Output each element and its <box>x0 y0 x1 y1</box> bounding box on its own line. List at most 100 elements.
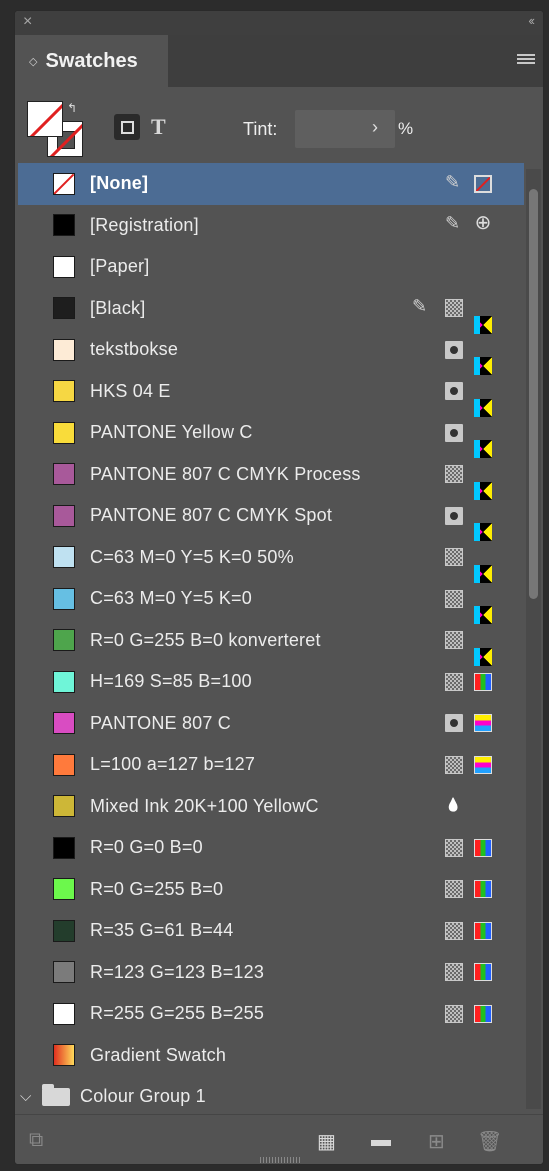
swatch-chip <box>53 297 75 320</box>
non-editable-pencil-icon: ✎ <box>412 296 428 317</box>
swatch-chip <box>53 836 75 859</box>
swatch-chip <box>53 712 75 735</box>
swatch-row[interactable]: L=100 a=127 b=127 <box>18 744 524 786</box>
swatch-name: R=0 G=255 B=0 <box>90 878 224 899</box>
rgb-mode-icon <box>474 838 492 857</box>
spot-color-icon <box>445 423 463 442</box>
swatch-row[interactable]: PANTONE 807 C CMYK Process <box>18 454 524 500</box>
spot-color-icon <box>445 340 463 359</box>
swatch-chip <box>53 421 75 444</box>
swatch-chip <box>53 919 75 942</box>
scrollbar[interactable] <box>526 169 541 1109</box>
process-color-icon <box>445 465 463 484</box>
swatch-name: [Paper] <box>90 256 150 277</box>
swatch-name: tekstbokse <box>90 339 179 360</box>
swatch-name: R=255 G=255 B=255 <box>90 1003 265 1024</box>
swatch-controls: ↰ T Tint: › % <box>15 87 543 163</box>
swatch-row[interactable]: [Paper] <box>18 246 524 288</box>
format-container-button[interactable] <box>114 114 140 140</box>
delete-swatch-icon[interactable]: 🗑 <box>477 1129 502 1154</box>
swatch-chip <box>53 172 75 195</box>
spot-color-icon <box>445 714 463 733</box>
swatch-row[interactable]: HKS 04 E <box>18 371 524 417</box>
swatch-name: PANTONE 807 C <box>90 712 231 733</box>
swatch-row[interactable]: R=35 G=61 B=44 <box>18 910 524 952</box>
swap-fill-stroke-icon[interactable]: ↰ <box>67 101 77 115</box>
swatch-chip <box>53 795 75 818</box>
process-color-icon <box>445 921 463 940</box>
swatch-name: R=35 G=61 B=44 <box>90 920 234 941</box>
color-group-row[interactable]: ⌵ Colour Group 1 <box>18 1076 524 1111</box>
resize-grip[interactable] <box>260 1157 300 1163</box>
swatch-row[interactable]: R=123 G=123 B=123 <box>18 952 524 994</box>
swatch-row[interactable]: [None] ✎ <box>18 163 524 205</box>
close-icon[interactable]: × <box>23 13 32 31</box>
swatch-row[interactable]: R=0 G=0 B=0 <box>18 827 524 869</box>
process-color-icon <box>445 838 463 857</box>
swatch-name: Gradient Swatch <box>90 1044 227 1065</box>
place-swatch-icon[interactable]: ⧉ <box>29 1129 43 1152</box>
swatch-name: H=169 S=85 B=100 <box>90 671 252 692</box>
panel-tab-row: ◇ Swatches <box>15 35 543 87</box>
swatch-row[interactable]: [Registration] ✎ ⊕ <box>18 205 524 247</box>
swatch-row[interactable]: tekstbokse <box>18 329 524 375</box>
tint-slider-arrow-icon[interactable]: › <box>372 117 378 138</box>
process-color-icon <box>445 880 463 899</box>
non-editable-pencil-icon: ✎ <box>445 171 461 192</box>
panel-title: Swatches <box>45 49 138 72</box>
new-swatch-icon[interactable]: ⊞ <box>428 1129 445 1154</box>
swatch-chip <box>53 629 75 652</box>
spot-color-icon <box>445 506 463 525</box>
fill-stroke-widget[interactable]: ↰ <box>27 101 83 157</box>
process-color-icon <box>445 631 463 650</box>
swatch-row[interactable]: C=63 M=0 Y=5 K=0 50% <box>18 537 524 583</box>
format-text-button[interactable]: T <box>151 114 166 140</box>
tint-input[interactable] <box>295 110 395 148</box>
tab-swatches[interactable]: ◇ Swatches <box>15 35 168 87</box>
rgb-mode-icon <box>474 963 492 982</box>
process-color-icon <box>445 548 463 567</box>
scrollbar-thumb[interactable] <box>529 189 538 599</box>
rgb-mode-icon <box>474 880 492 899</box>
tint-percent-label: % <box>398 119 414 138</box>
swatch-chip <box>53 214 75 237</box>
swatch-chip <box>53 878 75 901</box>
swatch-row[interactable]: R=0 G=255 B=0 <box>18 869 524 911</box>
swatch-chip <box>53 463 75 486</box>
swatch-chip <box>53 1002 75 1025</box>
swatch-row[interactable]: H=169 S=85 B=100 <box>18 661 524 703</box>
swatch-row[interactable]: R=0 G=255 B=0 konverteret <box>18 620 524 666</box>
swatch-row[interactable]: [Black] ✎ <box>18 288 524 334</box>
swatch-name: HKS 04 E <box>90 380 171 401</box>
process-color-icon <box>445 299 463 318</box>
rgb-mode-icon <box>474 672 492 691</box>
swatch-row[interactable]: PANTONE 807 C CMYK Spot <box>18 495 524 541</box>
swatch-chip <box>53 504 75 527</box>
lab-mode-icon <box>474 714 492 733</box>
spot-color-icon <box>445 382 463 401</box>
swatch-name: C=63 M=0 Y=5 K=0 <box>90 588 252 609</box>
chevron-down-icon[interactable]: ⌵ <box>20 1088 31 1105</box>
swatch-name: [Registration] <box>90 214 199 235</box>
fill-box[interactable] <box>27 101 63 137</box>
collapse-icon[interactable]: ‹‹ <box>528 13 535 28</box>
swatch-chip <box>53 961 75 984</box>
swatch-name: R=0 G=0 B=0 <box>90 837 203 858</box>
swatch-row[interactable]: R=255 G=255 B=255 <box>18 993 524 1035</box>
swatch-row[interactable]: Gradient Swatch <box>18 1035 524 1077</box>
swatch-row[interactable]: C=63 M=0 Y=5 K=0 <box>18 578 524 624</box>
swatch-row[interactable]: Mixed Ink 20K+100 YellowC 💧 <box>18 786 524 828</box>
swatches-panel: × ‹‹ ◇ Swatches ↰ T Tint: › % [None] ✎ [Re… <box>14 10 544 1165</box>
swatch-name: Mixed Ink 20K+100 YellowC <box>90 795 319 816</box>
swatch-chip <box>53 380 75 403</box>
swatch-name: [None] <box>90 173 149 194</box>
swatch-name: R=0 G=255 B=0 konverteret <box>90 629 321 650</box>
panel-menu-icon[interactable] <box>517 54 535 66</box>
show-swatch-kinds-icon[interactable]: ▦ <box>317 1129 336 1154</box>
swatch-name: PANTONE 807 C CMYK Spot <box>90 505 333 526</box>
new-color-group-icon[interactable]: ▬ <box>371 1129 391 1152</box>
swatch-row[interactable]: PANTONE 807 C <box>18 703 524 745</box>
chevron-updown-icon[interactable]: ◇ <box>29 55 37 68</box>
swatch-name: [Black] <box>90 297 146 318</box>
swatch-row[interactable]: PANTONE Yellow C <box>18 412 524 458</box>
